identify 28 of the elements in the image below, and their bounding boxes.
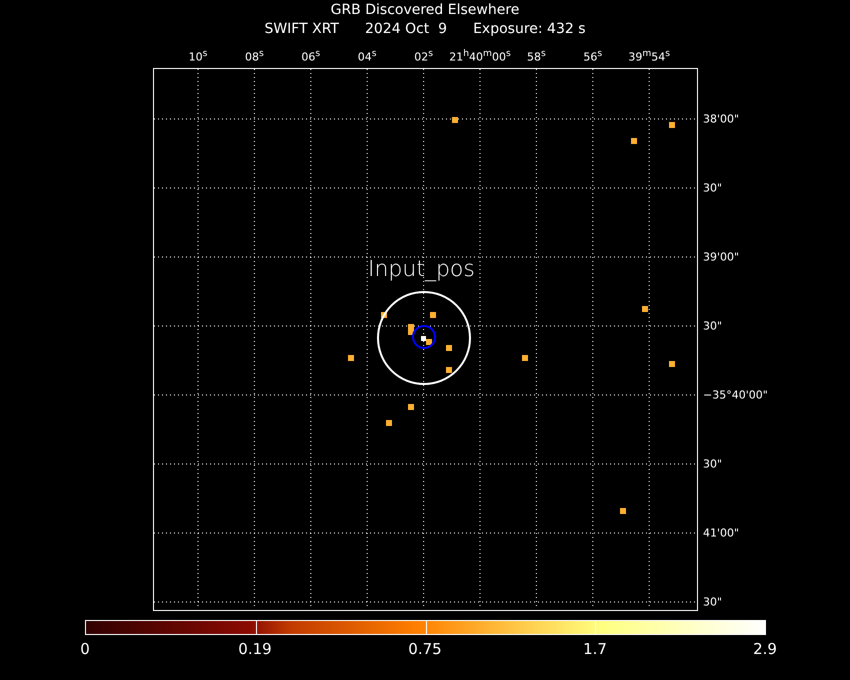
colorbar-label: 0 <box>80 640 90 658</box>
colorbar-label: 0.19 <box>238 640 272 658</box>
ra-tick-label: 08$^{s}$ <box>245 48 264 64</box>
position-circle <box>412 325 436 349</box>
ra-tick-label: 58$^{s}$ <box>527 48 546 64</box>
subtitle-text: Exposure: 432 s <box>473 21 586 37</box>
subtitle-text: 2024 Oct 9 <box>364 21 448 37</box>
ra-tick-label: 21$^{h}$40$^{m}$00$^{s}$ <box>449 48 511 64</box>
dec-tick-label: 30" <box>703 320 722 332</box>
ra-tick-label: 39$^{m}$54$^{s}$ <box>628 48 670 64</box>
dec-tick-label: −35°40'00" <box>703 388 768 402</box>
dec-tick-label: 30" <box>703 596 722 608</box>
ra-tick-label: 10$^{s}$ <box>188 48 208 64</box>
colorbar-label: 0.75 <box>408 640 442 658</box>
dec-tick-label: 30" <box>703 182 722 194</box>
dec-tick-label: 39'00" <box>703 250 740 264</box>
dec-tick-label: 30" <box>703 458 722 470</box>
ra-tick-label: 06$^{s}$ <box>301 48 320 64</box>
colorbar-label: 2.9 <box>753 640 777 658</box>
subtitle-text: SWIFT XRT <box>264 21 339 37</box>
ra-tick-label: 04$^{s}$ <box>358 48 377 64</box>
region-label: Input_pos <box>368 257 475 282</box>
dec-tick-label: 41'00" <box>703 526 740 540</box>
ra-tick-label: 56$^{s}$ <box>583 48 602 64</box>
ra-tick-label: 02$^{s}$ <box>414 48 433 64</box>
colorbar-label: 1.7 <box>583 640 607 658</box>
dec-tick-label: 38'00" <box>703 112 740 126</box>
plot-title: GRB Discovered Elsewhere <box>330 2 520 18</box>
